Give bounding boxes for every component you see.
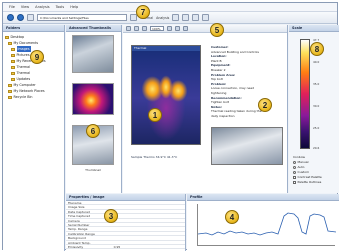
thumbnail-visible-photo[interactable]	[72, 35, 114, 73]
thumbnail-caption: Thumbnail	[85, 168, 101, 172]
analysis-view-button[interactable]: Analysis	[156, 16, 169, 20]
zoom-out-icon[interactable]	[175, 26, 180, 31]
checkbox-icon	[293, 181, 296, 184]
folder-icon	[11, 71, 15, 75]
radio-icon	[293, 166, 296, 169]
folder-icon	[11, 77, 15, 81]
folder-icon	[5, 35, 9, 39]
thermal-picture[interactable]	[132, 51, 200, 144]
rotate-icon[interactable]	[142, 26, 147, 31]
menu-view[interactable]: View	[21, 5, 29, 9]
callout-badge-2: 2	[258, 98, 272, 112]
profile-pane: Profile	[187, 194, 339, 251]
main-toolbar: C:\Documents and Settings\Files Thermal …	[3, 12, 337, 24]
scale-title: Scale	[289, 25, 339, 32]
computer-icon	[8, 83, 12, 87]
scale-tick-label: 35.0	[313, 82, 320, 86]
folder-icon	[11, 47, 15, 51]
settings-icon[interactable]	[202, 14, 210, 21]
scale-tick-label: 40.0	[313, 60, 320, 64]
callout-badge-3: 3	[104, 209, 118, 223]
app-window: File View Analysis Tools Help C:\Documen…	[2, 2, 339, 251]
report-icon[interactable]	[192, 14, 200, 21]
color-scale-bar[interactable]	[300, 39, 310, 149]
menu-bar: File View Analysis Tools Help	[3, 3, 337, 12]
previous-icon[interactable]	[126, 26, 131, 31]
scale-options: Ironbow Manual Auto Custom Contrast Pale…	[293, 155, 335, 185]
folder-item[interactable]: Recycle Bin	[5, 94, 62, 100]
zoom-field[interactable]: 100%	[150, 26, 164, 31]
up-folder-icon[interactable]	[27, 14, 34, 21]
visible-light-photo[interactable]	[211, 127, 283, 165]
properties-title: Properties / Image	[66, 194, 185, 201]
scale-tick-label: 20.6	[313, 146, 320, 150]
profile-graph[interactable]	[197, 204, 337, 246]
forward-icon[interactable]	[17, 14, 24, 21]
folder-icon	[11, 65, 15, 69]
callout-badge-4: 4	[225, 210, 239, 224]
scale-tick-label: 25.0	[313, 126, 320, 130]
menu-tools[interactable]: Tools	[56, 5, 65, 9]
info-row: daily inspection	[211, 113, 235, 118]
menu-help[interactable]: Help	[70, 5, 78, 9]
print-icon[interactable]	[182, 14, 190, 21]
save-icon[interactable]	[172, 14, 180, 21]
network-icon	[8, 89, 12, 93]
thumbnail-thermal-image[interactable]	[72, 83, 114, 115]
folders-title: Folders	[3, 25, 64, 32]
fit-icon[interactable]	[183, 26, 188, 31]
palette-outlines-checkbox[interactable]: Palette Outlines	[293, 180, 335, 185]
checkbox-icon	[293, 176, 296, 179]
folder-icon	[11, 53, 15, 57]
callout-badge-8: 8	[310, 42, 324, 56]
menu-analysis[interactable]: Analysis	[35, 5, 49, 9]
address-field[interactable]: C:\Documents and Settings\Files	[37, 14, 127, 21]
folder-tree: Desktop My Documents Images Pictures My …	[3, 32, 64, 102]
callout-badge-1: 1	[148, 108, 162, 122]
radio-icon	[293, 161, 296, 164]
zoom-in-icon[interactable]	[167, 26, 172, 31]
thermal-image[interactable]: Thermal	[131, 45, 201, 145]
property-row[interactable]: Emissivity 0.95	[66, 245, 185, 250]
profile-title: Profile	[187, 194, 339, 201]
radio-icon	[293, 171, 296, 174]
profile-line-svg	[197, 212, 337, 236]
callout-badge-7: 7	[136, 5, 150, 19]
menu-file[interactable]: File	[9, 5, 15, 9]
viewer-toolbar: 100%	[123, 25, 287, 33]
thumbnails-pane: Advanced Thumbnails Thumbnail	[66, 25, 122, 193]
next-icon[interactable]	[134, 26, 139, 31]
callout-badge-9: 9	[30, 50, 44, 64]
properties-pane: Properties / Image Filename Image Size D…	[66, 194, 186, 251]
recycle-bin-icon	[8, 95, 12, 99]
temperature-readout: Sample Thermo 34.9°C 41.3°C	[131, 155, 178, 159]
callout-badge-6: 6	[86, 124, 100, 138]
scale-tick-label: 30.0	[313, 104, 320, 108]
profile-line	[197, 212, 337, 236]
thumbnails-title: Advanced Thumbnails	[66, 25, 121, 32]
folder-icon	[11, 59, 15, 63]
callout-badge-5: 5	[210, 23, 224, 37]
folder-icon	[8, 41, 12, 45]
image-info-panel: Customer: Advanced Building and Controls…	[211, 45, 283, 165]
back-icon[interactable]	[7, 14, 14, 21]
